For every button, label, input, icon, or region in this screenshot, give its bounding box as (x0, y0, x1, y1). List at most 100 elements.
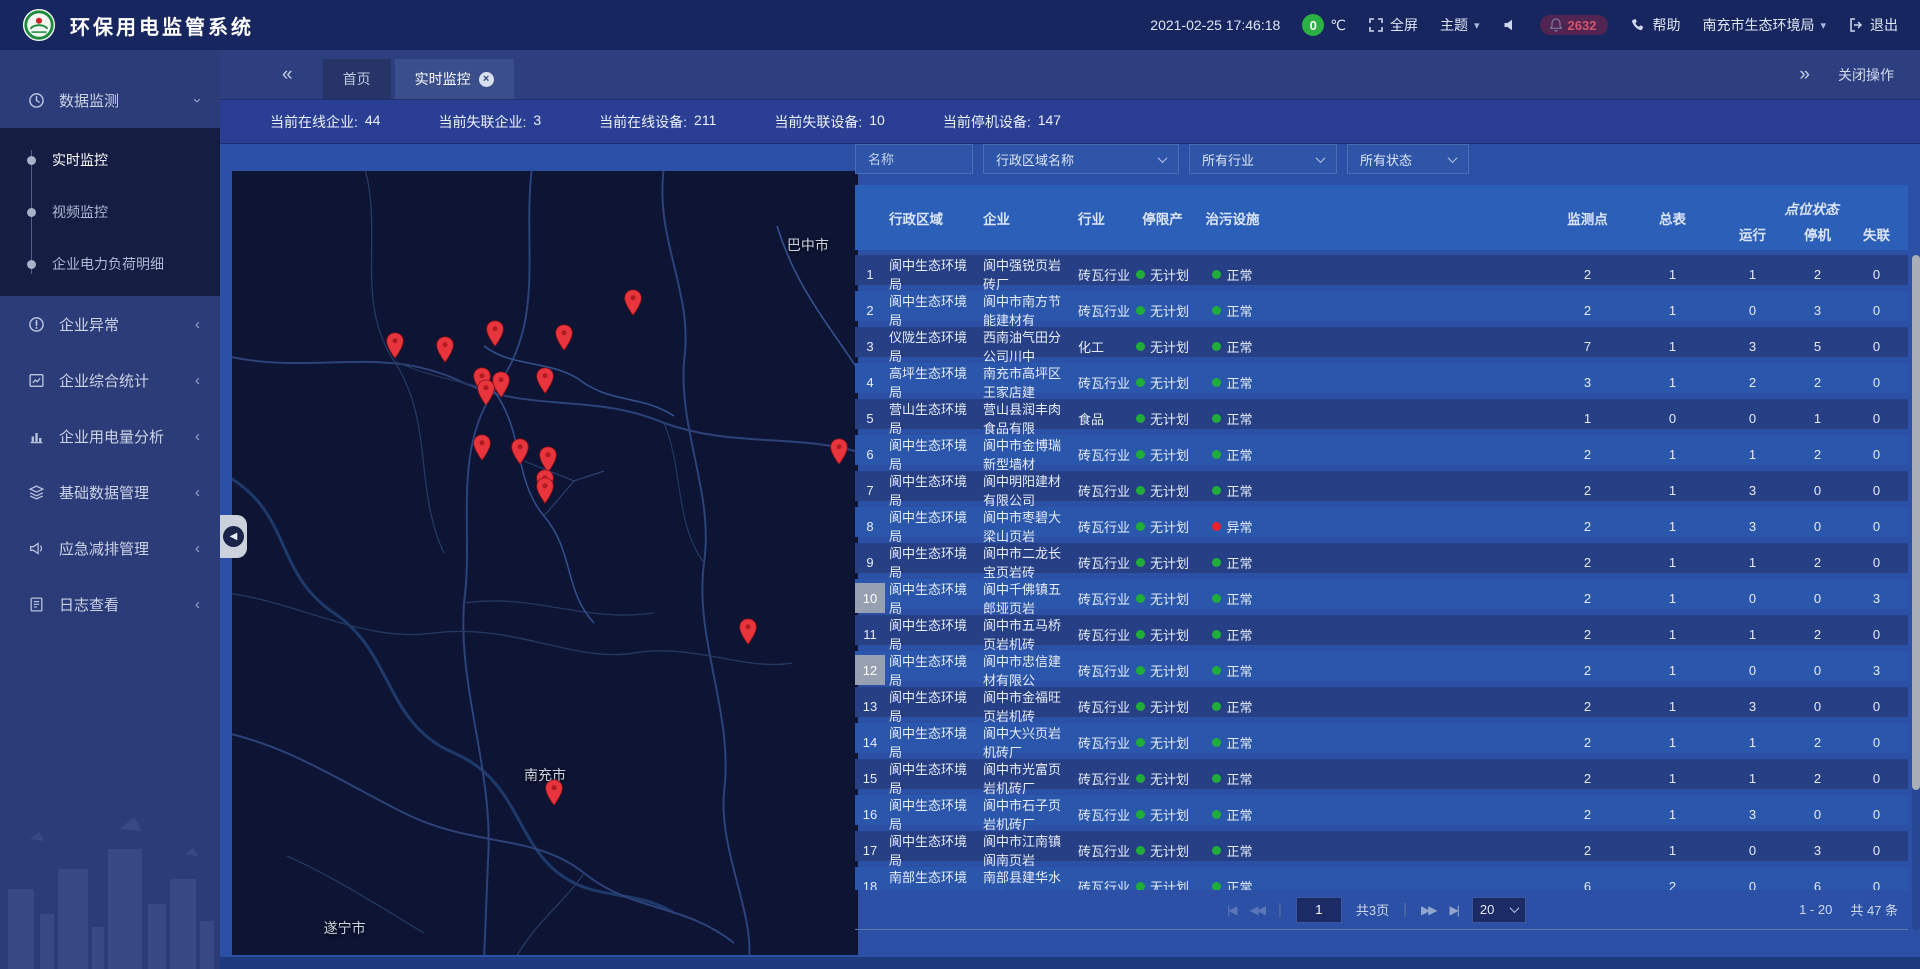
cell-stopped-count: 2 (1790, 627, 1845, 642)
mute-button[interactable] (1502, 17, 1518, 33)
cell-monitor-count: 7 (1545, 339, 1630, 354)
industry-select[interactable]: 所有行业 (1189, 144, 1337, 174)
cell-monitor-count: 2 (1545, 555, 1630, 570)
company-name-input[interactable] (855, 144, 973, 174)
status-dot (1212, 846, 1221, 855)
table-row[interactable]: 5 营山生态环境局 营山县润丰肉食品有限 食品 无计划 正常 1 0 0 1 0 (855, 399, 1908, 429)
table-row[interactable]: 17 阆中生态环境局 阆中市江南镇阆南页岩 砖瓦行业 无计划 正常 2 1 0 … (855, 831, 1908, 861)
table-row[interactable]: 8 阆中生态环境局 阆中市枣碧大梁山页岩 砖瓦行业 无计划 异常 2 1 3 0… (855, 507, 1908, 537)
scrollbar-thumb[interactable] (1912, 255, 1920, 790)
table-row[interactable]: 6 阆中生态环境局 阆中市金博瑞新型墙材 砖瓦行业 无计划 正常 2 1 1 2… (855, 435, 1908, 465)
sidebar-item-基础数据管理[interactable]: 基础数据管理 ‹ (0, 464, 220, 520)
map-pin[interactable] (435, 336, 454, 363)
map-pin[interactable] (545, 779, 564, 806)
table-scrollbar[interactable] (1912, 255, 1920, 930)
alarm-notifications[interactable]: 2632 (1540, 15, 1609, 35)
tab-实时监控[interactable]: 实时监控 × (395, 59, 514, 99)
cell-facility-status: 正常 (1195, 877, 1270, 891)
sidebar-item-数据监测[interactable]: 数据监测 › (0, 72, 220, 128)
map-pin[interactable] (554, 324, 573, 351)
status-dot (1212, 882, 1221, 891)
row-index: 15 (855, 763, 885, 793)
org-dropdown[interactable]: 南充市生态环境局 ▾ (1702, 15, 1826, 35)
table-row[interactable]: 18 南部生态环境局 南部县建华水泥有限公 砖瓦行业 无计划 正常 6 2 0 … (855, 867, 1908, 890)
row-index: 11 (855, 619, 885, 649)
cell-region: 阆中生态环境局 (885, 471, 975, 509)
table-row[interactable]: 3 仪陇生态环境局 西南油气田分公司川中 化工 无计划 正常 7 1 3 5 0 (855, 327, 1908, 357)
status-dot (1136, 522, 1145, 531)
cell-running-count: 0 (1715, 303, 1790, 318)
cell-running-count: 0 (1715, 843, 1790, 858)
theme-dropdown[interactable]: 主题 ▾ (1440, 15, 1480, 35)
table-row[interactable]: 1 阆中生态环境局 阆中强锐页岩砖厂 砖瓦行业 无计划 正常 2 1 1 2 0 (855, 255, 1908, 285)
tabs-scroll-left-button[interactable]: « (270, 64, 305, 86)
status-select[interactable]: 所有状态 (1347, 144, 1469, 174)
status-dot (1136, 774, 1145, 783)
map-pin[interactable] (485, 320, 504, 347)
table-row[interactable]: 11 阆中生态环境局 阆中市五马桥页岩机砖 砖瓦行业 无计划 正常 2 1 1 … (855, 615, 1908, 645)
map-panel[interactable]: 巴中市 南充市 遂宁市 (232, 171, 858, 955)
next-page-button[interactable]: ▶▶ (1421, 903, 1435, 917)
map-pin[interactable] (536, 367, 555, 394)
tab-bar: « 首页 实时监控 × » 关闭操作 (220, 50, 1920, 100)
table-row[interactable]: 15 阆中生态环境局 阆中市光富页岩机砖厂 砖瓦行业 无计划 正常 2 1 1 … (855, 759, 1908, 789)
sidebar-item-企业用电量分析[interactable]: 企业用电量分析 ‹ (0, 408, 220, 464)
page-number-input[interactable]: 1 (1296, 897, 1342, 923)
total-count-label: 共 47 条 (1850, 900, 1898, 919)
close-icon[interactable]: × (479, 72, 494, 87)
cell-industry: 食品 (1070, 409, 1130, 428)
table-row[interactable]: 14 阆中生态环境局 阆中大兴页岩机砖厂 砖瓦行业 无计划 正常 2 1 1 2… (855, 723, 1908, 753)
cell-monitor-count: 2 (1545, 735, 1630, 750)
sidebar-item-企业电力负荷明细[interactable]: 企业电力负荷明细 (0, 238, 220, 290)
sidebar-item-企业异常[interactable]: 企业异常 ‹ (0, 296, 220, 352)
table-row[interactable]: 12 阆中生态环境局 阆中市忠信建材有限公 砖瓦行业 无计划 正常 2 1 0 … (855, 651, 1908, 681)
close-operations-button[interactable]: 关闭操作 (1838, 65, 1894, 85)
table-row[interactable]: 10 阆中生态环境局 阆中千佛镇五郎垭页岩 砖瓦行业 无计划 正常 2 1 0 … (855, 579, 1908, 609)
cell-monitor-count: 2 (1545, 663, 1630, 678)
sidebar-item-实时监控[interactable]: 实时监控 (0, 134, 220, 186)
tab-首页[interactable]: 首页 (323, 59, 391, 99)
cell-company: 营山县润丰肉食品有限 (975, 399, 1070, 437)
sidebar-item-企业综合统计[interactable]: 企业综合统计 ‹ (0, 352, 220, 408)
sidebar-item-日志查看[interactable]: 日志查看 ‹ (0, 576, 220, 632)
map-city-label: 遂宁市 (324, 918, 366, 938)
map-pin[interactable] (536, 477, 555, 504)
prev-page-button[interactable]: ◀◀ (1250, 903, 1264, 917)
map-pin[interactable] (476, 379, 495, 406)
cell-offline-count: 0 (1845, 339, 1908, 354)
map-pin[interactable] (473, 434, 492, 461)
table-row[interactable]: 16 阆中生态环境局 阆中市石子页岩机砖厂 砖瓦行业 无计划 正常 2 1 3 … (855, 795, 1908, 825)
sidebar-item-应急减排管理[interactable]: 应急减排管理 ‹ (0, 520, 220, 576)
map-pin[interactable] (623, 289, 642, 316)
sidebar-collapse-handle[interactable]: ◀ (220, 515, 247, 558)
last-page-button[interactable]: ▶| (1450, 903, 1458, 917)
cell-industry: 砖瓦行业 (1070, 445, 1130, 464)
map-pin[interactable] (510, 438, 529, 465)
table-row[interactable]: 9 阆中生态环境局 阆中市二龙长宝页岩砖 砖瓦行业 无计划 正常 2 1 1 2… (855, 543, 1908, 573)
stats-icon (28, 372, 45, 389)
fullscreen-button[interactable]: 全屏 (1368, 15, 1418, 35)
region-select[interactable]: 行政区域名称 (983, 144, 1179, 174)
table-row[interactable]: 2 阆中生态环境局 阆中市南方节能建材有 砖瓦行业 无计划 正常 2 1 0 3… (855, 291, 1908, 321)
page-size-select[interactable]: 20 (1472, 897, 1526, 923)
help-button[interactable]: 帮助 (1630, 15, 1680, 35)
table-row[interactable]: 4 高坪生态环境局 南充市高坪区王家店建 砖瓦行业 无计划 正常 3 1 2 2… (855, 363, 1908, 393)
cell-offline-count: 0 (1845, 627, 1908, 642)
exit-button[interactable]: 退出 (1848, 15, 1898, 35)
stat-item: 当前失联企业:3 (438, 112, 541, 132)
tabs-scroll-right-button[interactable]: » (1787, 64, 1822, 86)
table-row[interactable]: 7 阆中生态环境局 阆中明阳建材有限公司 砖瓦行业 无计划 正常 2 1 3 0… (855, 471, 1908, 501)
table-row[interactable]: 13 阆中生态环境局 阆中市金福旺页岩机砖 砖瓦行业 无计划 正常 2 1 3 … (855, 687, 1908, 717)
map-pin[interactable] (385, 332, 404, 359)
sidebar-item-视频监控[interactable]: 视频监控 (0, 186, 220, 238)
cell-region: 阆中生态环境局 (885, 435, 975, 473)
map-pin[interactable] (739, 618, 758, 645)
chevron-icon: ‹ (195, 428, 200, 445)
pagination-bar: |◀ ◀◀ | 1 共3页 | ▶▶ ▶| 20 1 (855, 890, 1908, 930)
cell-industry: 砖瓦行业 (1070, 841, 1130, 860)
first-page-button[interactable]: |◀ (1227, 903, 1235, 917)
cell-stopped-count: 0 (1790, 807, 1845, 822)
map-pin[interactable] (830, 438, 849, 465)
status-dot (1136, 270, 1145, 279)
cell-company: 阆中千佛镇五郎垭页岩 (975, 579, 1070, 617)
